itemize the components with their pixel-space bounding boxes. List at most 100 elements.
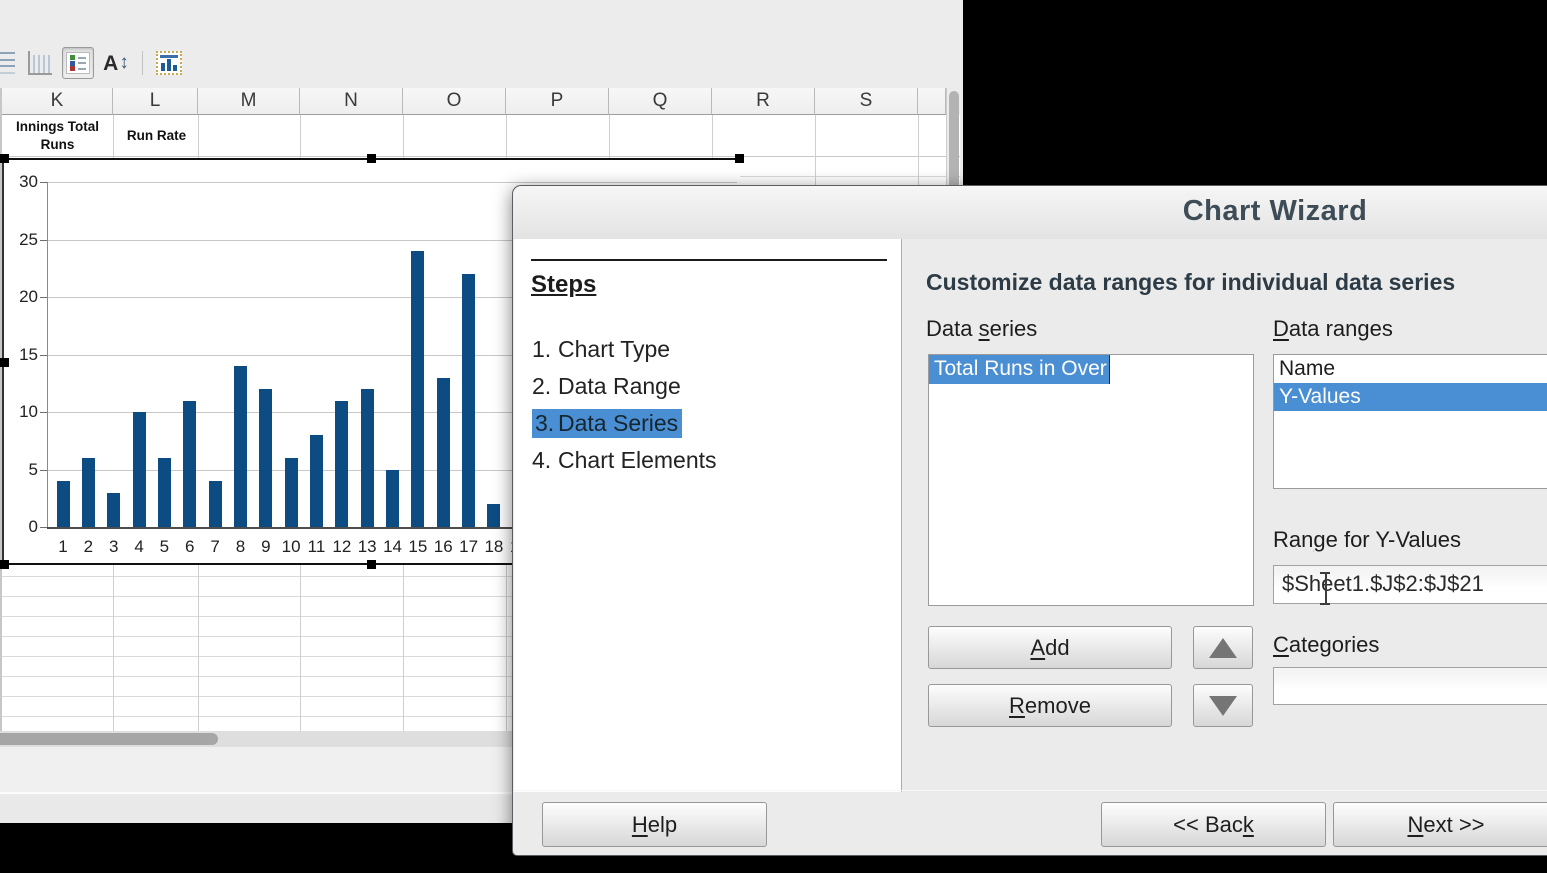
bar xyxy=(183,401,196,528)
y-tick xyxy=(40,470,47,471)
dialog-separator xyxy=(513,790,1547,791)
bar xyxy=(487,504,500,527)
toolbar-separator xyxy=(142,51,143,75)
y-tick-label: 10 xyxy=(4,402,38,422)
up-arrow-icon xyxy=(1209,638,1237,658)
bar xyxy=(361,389,374,527)
pane-subtitle: Customize data ranges for individual dat… xyxy=(926,269,1455,296)
bar xyxy=(158,458,171,527)
scale-text-arrow-glyph: ↕ xyxy=(119,52,129,74)
bar xyxy=(234,366,247,527)
column-header-M[interactable]: M xyxy=(198,88,300,115)
bar xyxy=(411,251,424,527)
chart-data-table-icon[interactable] xyxy=(153,47,185,79)
y-tick xyxy=(40,355,47,356)
bar xyxy=(133,412,146,527)
steps-heading: Steps xyxy=(531,271,596,299)
down-arrow-icon xyxy=(1209,696,1237,716)
cell-K1-text: Innings Total Runs xyxy=(16,118,99,153)
chart-handle-top-right[interactable] xyxy=(735,154,744,163)
bar xyxy=(107,493,120,528)
y-tick-label: 15 xyxy=(4,345,38,365)
y-tick xyxy=(40,412,47,413)
y-tick xyxy=(40,240,47,241)
categories-input[interactable] xyxy=(1273,667,1547,705)
cell-L1[interactable]: Run Rate xyxy=(114,115,199,157)
range-y-label: Range for Y-Values xyxy=(1273,527,1461,553)
dialog-title: Chart Wizard xyxy=(513,195,1547,228)
column-header-blank xyxy=(918,88,946,115)
data-series-listbox[interactable]: Total Runs in Over xyxy=(928,354,1254,606)
range-y-input[interactable]: $Sheet1.$J$2:$J$21 xyxy=(1273,565,1547,604)
add-button[interactable]: Add xyxy=(928,626,1172,669)
horizontal-grids-icon[interactable] xyxy=(0,47,18,79)
move-down-button[interactable] xyxy=(1193,684,1253,727)
column-header-L[interactable]: L xyxy=(113,88,198,115)
y-tick-label: 25 xyxy=(4,230,38,250)
y-tick-label: 20 xyxy=(4,287,38,307)
step-item-data-range[interactable]: 2.Data Range xyxy=(532,368,717,405)
steps-list: 1.Chart Type2.Data Range3.Data Series4.C… xyxy=(532,331,717,479)
data-range-item-y-values[interactable]: Y-Values xyxy=(1274,383,1547,411)
legend-on-off-icon[interactable] xyxy=(62,47,94,79)
y-axis-line xyxy=(47,182,48,527)
column-header-R[interactable]: R xyxy=(712,88,815,115)
y-tick-label: 30 xyxy=(4,172,38,192)
step-item-data-series[interactable]: 3.Data Series xyxy=(532,405,717,442)
cell-K1[interactable]: Innings Total Runs xyxy=(2,115,113,157)
bar xyxy=(335,401,348,528)
steps-panel: Steps 1.Chart Type2.Data Range3.Data Ser… xyxy=(514,239,902,792)
bar xyxy=(462,274,475,527)
column-header-O[interactable]: O xyxy=(403,88,506,115)
chart-handle-top-middle[interactable] xyxy=(367,154,376,163)
y-tick-label: 5 xyxy=(4,460,38,480)
data-series-label: Data series xyxy=(926,316,1037,342)
column-headers: KLMNOPQRS xyxy=(2,88,946,115)
chart-handle-middle-left[interactable] xyxy=(0,358,9,367)
categories-label: Categories xyxy=(1273,632,1379,658)
scale-text-glyph: A xyxy=(103,53,118,74)
bar xyxy=(209,481,222,527)
help-button[interactable]: Help xyxy=(542,802,767,847)
horizontal-scrollbar-thumb[interactable] xyxy=(0,733,218,745)
bar xyxy=(437,378,450,528)
spreadsheet-row-1: Innings Total Runs Run Rate xyxy=(2,115,960,157)
chart-handle-bottom-middle[interactable] xyxy=(367,560,376,569)
back-button[interactable]: << Back xyxy=(1101,802,1326,847)
bar xyxy=(57,481,70,527)
chart-handle-bottom-left[interactable] xyxy=(0,560,9,569)
y-tick xyxy=(40,182,47,183)
steps-rule xyxy=(531,259,887,261)
bar xyxy=(82,458,95,527)
chart-wizard-dialog: Chart Wizard Steps 1.Chart Type2.Data Ra… xyxy=(512,185,1547,856)
column-header-N[interactable]: N xyxy=(300,88,403,115)
vertical-grids-icon[interactable] xyxy=(24,47,56,79)
bar xyxy=(310,435,323,527)
screen: { "sheet": { "columns": ["K","L","M","N"… xyxy=(0,0,1547,873)
cell-L1-text: Run Rate xyxy=(127,127,186,145)
column-header-K[interactable]: K xyxy=(2,88,113,115)
bar xyxy=(386,470,399,528)
y-tick xyxy=(40,297,47,298)
data-ranges-label: Data ranges xyxy=(1273,316,1393,342)
move-up-button[interactable] xyxy=(1193,626,1253,669)
data-ranges-listbox[interactable]: NameY-Values xyxy=(1273,354,1547,489)
y-tick xyxy=(40,527,47,528)
next-button[interactable]: Next >> xyxy=(1333,802,1547,847)
chart-handle-top-left[interactable] xyxy=(0,154,9,163)
text-cursor-pointer xyxy=(1319,572,1332,605)
scale-text-icon[interactable]: A↕ xyxy=(100,47,132,79)
bar xyxy=(259,389,272,527)
y-tick-label: 0 xyxy=(4,517,38,537)
step-item-chart-type[interactable]: 1.Chart Type xyxy=(532,331,717,368)
column-header-P[interactable]: P xyxy=(506,88,609,115)
column-header-Q[interactable]: Q xyxy=(609,88,712,115)
step-item-chart-elements[interactable]: 4.Chart Elements xyxy=(532,442,717,479)
remove-button[interactable]: Remove xyxy=(928,684,1172,727)
data-range-item-name[interactable]: Name xyxy=(1274,355,1547,383)
data-series-item[interactable]: Total Runs in Over xyxy=(929,355,1253,384)
bar xyxy=(285,458,298,527)
gridline xyxy=(47,182,737,183)
dialog-header[interactable]: Chart Wizard xyxy=(513,186,1547,239)
column-header-S[interactable]: S xyxy=(815,88,918,115)
